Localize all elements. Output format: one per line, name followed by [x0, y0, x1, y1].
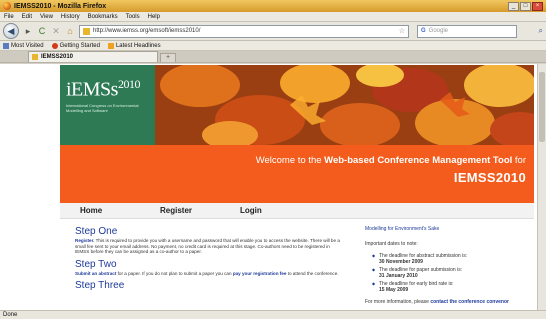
bookmark-getting-started[interactable]: Getting Started	[51, 42, 100, 49]
bookmark-most-visited[interactable]: Most Visited	[3, 42, 44, 49]
welcome-banner: Welcome to the Web-based Conference Mana…	[60, 145, 534, 203]
more-info: For more information, please contact the…	[365, 299, 510, 305]
tab-strip: IEMSS2010 +	[0, 51, 546, 63]
bookmark-star-icon[interactable]: ☆	[399, 27, 405, 35]
menu-view[interactable]: View	[40, 14, 53, 20]
step-three-title: Step Three	[75, 280, 125, 292]
back-arrow-icon: ◀	[7, 25, 15, 36]
scrollbar-thumb[interactable]	[539, 72, 545, 142]
most-visited-icon	[3, 42, 9, 49]
vertical-scrollbar[interactable]	[537, 64, 546, 310]
welcome-prefix: Welcome to the	[255, 155, 325, 166]
reload-icon[interactable]: C	[37, 26, 47, 36]
nav-login-link[interactable]: Login	[240, 206, 320, 215]
url-text: http://www.iemss.org/emsoft/iemss2010/	[93, 28, 201, 34]
more-info-text: For more information, please	[365, 299, 431, 305]
submit-abstract-link[interactable]: Submit an abstract	[75, 271, 116, 276]
window-title: IEMSS2010 - Mozilla Firefox	[14, 2, 107, 10]
minimize-button[interactable]: _	[508, 1, 519, 11]
welcome-text: Welcome to the Web-based Conference Mana…	[60, 155, 526, 166]
close-button[interactable]: ×	[532, 1, 543, 11]
step-two-end: to attend the conference.	[286, 270, 339, 276]
window-controls: _ □ ×	[508, 1, 543, 11]
step-two-text: Submit an abstract for a paper. If you d…	[75, 271, 340, 277]
step-one-body: This is required to provide you with a u…	[75, 238, 340, 255]
list-item: The deadline for abstract submission is:…	[372, 253, 510, 265]
pay-registration-link[interactable]: pay your registration fee	[233, 271, 287, 276]
date-value: 31 January 2010	[379, 273, 418, 279]
dates-list: The deadline for abstract submission is:…	[365, 253, 510, 293]
menu-edit[interactable]: Edit	[22, 14, 32, 20]
list-item: The deadline for early bird rate is:15 M…	[372, 281, 510, 293]
logo-main-text: iEMSs	[66, 78, 118, 101]
important-dates-heading: Important dates to note:	[365, 241, 418, 247]
home-icon[interactable]: ⌂	[65, 26, 75, 36]
date-value: 15 May 2009	[379, 287, 409, 293]
tab-label: IEMSS2010	[41, 54, 74, 60]
sidebar-title: Modelling for Environment's Sake	[365, 226, 440, 232]
welcome-bold: Web-based Conference Management Tool	[324, 155, 513, 166]
site-container: iEMSs2010 International Congress on Envi…	[60, 65, 534, 310]
page-viewport: iEMSs2010 International Congress on Envi…	[0, 64, 546, 310]
tab-iemss2010[interactable]: IEMSS2010	[28, 51, 158, 62]
tab-favicon-icon	[32, 54, 38, 60]
iemss-logo: iEMSs2010 International Congress on Envi…	[60, 65, 155, 145]
bookmark-label: Getting Started	[59, 42, 100, 49]
status-bar: Done	[0, 310, 546, 319]
menu-bookmarks[interactable]: Bookmarks	[88, 14, 118, 20]
step-one-text: Register. This is required to provide yo…	[75, 238, 340, 255]
conference-name: IEMSS2010	[453, 170, 526, 185]
main-content: Step One Register. This is required to p…	[60, 219, 534, 305]
step-two-title: Step Two	[75, 258, 117, 270]
site-nav: Home Register Login	[60, 203, 534, 219]
logo-year: 2010	[117, 77, 141, 91]
navigation-toolbar: ◀ ▸ C ✕ ⌂ http://www.iemss.org/emsoft/ie…	[0, 22, 546, 41]
rss-icon	[107, 42, 114, 49]
list-item: The deadline for paper submission is:31 …	[372, 267, 510, 279]
bookmark-label: Most Visited	[11, 42, 44, 49]
steps-column: Step One Register. This is required to p…	[75, 226, 340, 305]
nav-home-link[interactable]: Home	[80, 206, 160, 215]
window-titlebar: IEMSS2010 - Mozilla Firefox _ □ ×	[0, 0, 546, 12]
google-icon: G	[421, 28, 426, 34]
contact-convenor-link[interactable]: contact the conference convenor	[430, 299, 509, 305]
nav-register-link[interactable]: Register	[160, 206, 240, 215]
search-placeholder: Google	[428, 28, 449, 34]
logo-subtitle: International Congress on Environmental …	[66, 102, 139, 113]
menu-help[interactable]: Help	[148, 14, 160, 20]
info-sidebar: Modelling for Environment's Sake Importa…	[365, 226, 510, 305]
stop-icon[interactable]: ✕	[51, 26, 61, 37]
date-value: 30 November 2009	[379, 259, 423, 265]
welcome-suffix: for	[512, 155, 526, 166]
site-favicon-icon	[83, 27, 90, 35]
getting-started-icon	[51, 42, 58, 49]
menu-history[interactable]: History	[61, 14, 80, 20]
menu-file[interactable]: File	[4, 14, 14, 20]
step-one-title: Step One	[75, 226, 118, 237]
address-bar[interactable]: http://www.iemss.org/emsoft/iemss2010/ ☆	[79, 24, 409, 38]
status-text: Done	[3, 312, 18, 318]
new-tab-button[interactable]: +	[160, 53, 176, 62]
back-button[interactable]: ◀	[3, 23, 19, 39]
step-two-body: for a paper. If you do not plan to submi…	[116, 270, 233, 276]
search-icon[interactable]: ⌕	[539, 26, 543, 36]
forward-icon[interactable]: ▸	[23, 26, 33, 37]
bookmark-label: Latest Headlines	[115, 42, 161, 49]
menu-bar: File Edit View History Bookmarks Tools H…	[0, 12, 546, 22]
bookmark-latest-headlines[interactable]: Latest Headlines	[107, 42, 161, 49]
header-banner: iEMSs2010 International Congress on Envi…	[60, 65, 534, 145]
menu-tools[interactable]: Tools	[126, 14, 140, 20]
register-link[interactable]: Register.	[75, 238, 94, 243]
bookmarks-toolbar: Most Visited Getting Started Latest Head…	[0, 41, 546, 51]
maximize-button[interactable]: □	[520, 1, 531, 11]
firefox-icon	[3, 2, 11, 10]
search-input[interactable]: G Google	[417, 24, 517, 38]
